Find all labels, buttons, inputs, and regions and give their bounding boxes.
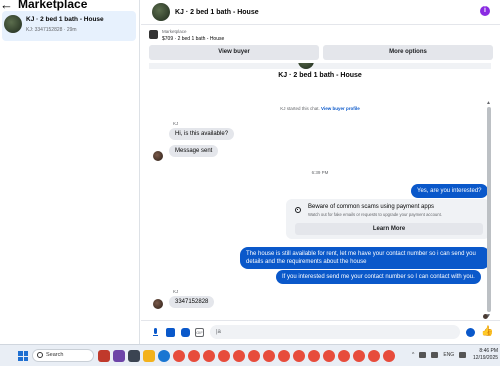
chrome-icon[interactable] (383, 350, 395, 362)
like-icon[interactable]: 👍 (481, 326, 493, 337)
system-tray: ^ ENG (412, 352, 467, 358)
outgoing-message: The house is still available for rent, l… (240, 247, 490, 269)
chrome-icon[interactable] (293, 350, 305, 362)
info-icon[interactable]: i (480, 6, 490, 16)
chat-title[interactable]: KJ · 2 bed 1 bath - House (175, 9, 259, 16)
chrome-icon[interactable] (248, 350, 260, 362)
message-thread: KJ · 2 bed 1 bath - House KJ started thi… (149, 63, 499, 319)
emoji-icon[interactable] (466, 328, 475, 337)
chrome-icon[interactable] (233, 350, 245, 362)
sender-avatar (153, 151, 163, 161)
back-arrow-icon[interactable]: ← (0, 0, 13, 12)
conversation-name: KJ · 2 bed 1 bath - House (26, 16, 104, 23)
thread-title: KJ · 2 bed 1 bath - House (278, 72, 362, 79)
chat-header: KJ · 2 bed 1 bath - House i (141, 0, 500, 25)
volume-icon[interactable] (431, 352, 439, 358)
sender-name: KJ (173, 289, 179, 294)
screen: ← Marketplace KJ · 2 bed 1 bath - House … (0, 0, 500, 366)
chat-avatar[interactable] (152, 3, 170, 21)
gif-icon[interactable]: GIF (195, 328, 204, 337)
sender-name: KJ (173, 121, 179, 126)
chrome-icon[interactable] (353, 350, 365, 362)
scroll-down-arrow-icon[interactable]: ▼ (486, 313, 491, 319)
language-indicator[interactable]: ENG (443, 352, 454, 358)
chrome-icon[interactable] (173, 350, 185, 362)
action-buttons: View buyer More options (149, 45, 493, 60)
taskbar: Search ^ ENG 8:46 PM 12/19/2025 (0, 344, 500, 366)
sidebar-header: ← Marketplace (0, 0, 88, 12)
chrome-icon[interactable] (218, 350, 230, 362)
clock-date: 12/19/2025 (473, 355, 499, 361)
network-icon[interactable] (419, 352, 427, 358)
conversation-item[interactable]: KJ · 2 bed 1 bath - House KJ: 3347152828… (2, 11, 136, 41)
chrome-icon[interactable] (263, 350, 275, 362)
taskbar-app-icon[interactable] (128, 350, 140, 362)
windows-start-icon[interactable] (18, 351, 28, 361)
view-buyer-button[interactable]: View buyer (149, 45, 319, 60)
conversation-thumbnail (4, 15, 22, 33)
listing-thumbnail (149, 30, 158, 39)
incoming-message: Message sent (169, 145, 219, 157)
sidebar-title: Marketplace (18, 0, 88, 11)
outgoing-message: If you interested send me your contact n… (276, 270, 481, 284)
message-input[interactable] (210, 325, 460, 339)
more-options-button[interactable]: More options (323, 45, 493, 60)
sticker-icon[interactable] (181, 328, 190, 337)
display-icon[interactable] (459, 352, 467, 358)
photo-icon[interactable] (166, 328, 175, 337)
scrollbar-thumb[interactable] (487, 107, 491, 312)
outgoing-message: Yes, are you interested? (411, 184, 488, 198)
taskbar-app-icon[interactable] (113, 350, 125, 362)
messenger-icon[interactable] (158, 350, 170, 362)
listing-value: $709 · 2 bed 1 bath - House (162, 36, 225, 42)
scroll-up-arrow-icon[interactable]: ▲ (486, 100, 491, 106)
sender-avatar (153, 299, 163, 309)
taskbar-clock[interactable]: 8:46 PM 12/19/2025 (473, 348, 498, 362)
listing-label: Marketplace (162, 29, 187, 34)
chrome-icon[interactable] (188, 350, 200, 362)
scam-warning-card: Beware of common scams using payment app… (286, 199, 490, 239)
conversation-preview: KJ: 3347152828 · 29m (26, 27, 77, 33)
timestamp: 6:39 PM (311, 170, 329, 175)
chat-started-text: KJ started this chat. (280, 106, 320, 111)
chrome-icon[interactable] (278, 350, 290, 362)
sidebar: ← Marketplace KJ · 2 bed 1 bath - House … (0, 0, 140, 344)
view-buyer-profile-link[interactable]: View buyer profile (321, 106, 360, 111)
incoming-message: 3347152828 (169, 296, 215, 308)
taskbar-app-icon[interactable] (98, 350, 110, 362)
warning-icon (295, 207, 301, 213)
microphone-icon[interactable] (151, 328, 160, 337)
taskbar-search[interactable]: Search (32, 349, 94, 362)
scrollbar[interactable] (487, 107, 491, 312)
taskbar-apps (98, 348, 395, 364)
warning-subtext: Watch out for fake emails or requests to… (308, 212, 442, 217)
search-icon (37, 352, 43, 358)
tray-overflow-icon[interactable]: ^ (412, 352, 414, 358)
chat-panel: KJ · 2 bed 1 bath - House i Marketplace … (141, 0, 500, 344)
message-composer: GIF 👍 (141, 320, 500, 344)
clock-time: 8:46 PM (479, 348, 499, 354)
chrome-icon[interactable] (338, 350, 350, 362)
folder-icon[interactable] (143, 350, 155, 362)
warning-title: Beware of common scams using payment app… (308, 204, 435, 210)
chrome-icon[interactable] (368, 350, 380, 362)
incoming-message: Hi, is this available? (169, 128, 235, 140)
thread-top-shade (149, 63, 491, 69)
chrome-icon[interactable] (308, 350, 320, 362)
chrome-icon[interactable] (203, 350, 215, 362)
search-placeholder: Search (46, 352, 64, 358)
chat-started-notice: KJ started this chat. View buyer profile (149, 106, 491, 111)
listing-banner[interactable]: Marketplace $709 · 2 bed 1 bath - House (147, 27, 497, 45)
learn-more-button[interactable]: Learn More (295, 223, 483, 235)
chrome-icon[interactable] (323, 350, 335, 362)
